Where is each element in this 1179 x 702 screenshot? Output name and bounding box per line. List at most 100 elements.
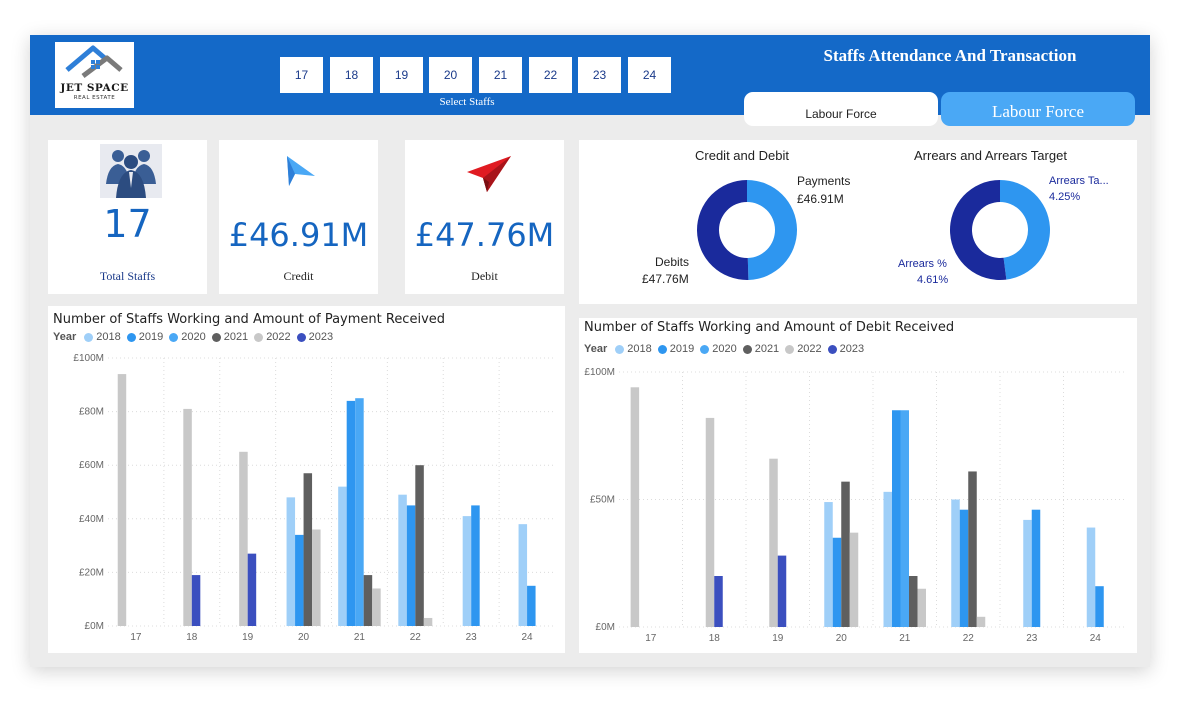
- bar-23-2019[interactable]: [471, 505, 480, 626]
- bar-24-2018[interactable]: [1086, 527, 1096, 627]
- bar-20-2018[interactable]: [286, 497, 296, 626]
- bar-21-2022[interactable]: [917, 588, 927, 627]
- bar-19-2023[interactable]: [777, 555, 787, 627]
- donut-slice-arrears-target: [1000, 180, 1050, 280]
- debit-bar-chart: £0M £50M £100M 17 18 19 20 21 22 23 24: [584, 367, 1127, 644]
- staff-slicer-22[interactable]: 22: [529, 57, 572, 93]
- x-tick-label: 19: [772, 633, 784, 644]
- credit-label: Credit: [283, 269, 314, 283]
- bar-21-2018[interactable]: [883, 491, 893, 627]
- staff-slicer-23[interactable]: 23: [578, 57, 621, 93]
- x-tick-label: 17: [645, 633, 657, 644]
- bar-21-2022[interactable]: [372, 588, 381, 626]
- staff-slicer-17[interactable]: 17: [280, 57, 323, 93]
- total-staffs-label: Total Staffs: [99, 269, 156, 283]
- arrears-target-label: Arrears Ta...: [1049, 175, 1109, 187]
- slicer-label: Select Staffs: [439, 96, 495, 108]
- bar-21-2020[interactable]: [355, 398, 364, 626]
- debit-value: £47.76M: [414, 216, 555, 254]
- credit-debit-title: Credit and Debit: [695, 148, 789, 163]
- bar-21-2019[interactable]: [892, 410, 901, 627]
- y-tick-label: £40M: [79, 514, 104, 525]
- donut-charts-card: Credit and Debit Payments £46.91M Debits…: [579, 140, 1137, 304]
- bar-20-2022[interactable]: [312, 529, 321, 626]
- bar-21-2018[interactable]: [338, 486, 347, 626]
- bar-22-2021[interactable]: [968, 471, 977, 627]
- bar-22-2022[interactable]: [423, 617, 433, 626]
- bar-22-2019[interactable]: [406, 505, 416, 626]
- y-tick-label: £0M: [85, 621, 104, 632]
- bar-23-2018[interactable]: [462, 516, 472, 626]
- bar-18-2022[interactable]: [705, 417, 715, 627]
- y-tick-label: £80M: [79, 407, 104, 418]
- x-tick-label: 24: [522, 632, 534, 643]
- y-tick-label: £100M: [73, 353, 104, 364]
- bar-22-2018[interactable]: [398, 494, 407, 626]
- header-bar: JET SPACE REAL ESTATE 17 18 19 20 21 22 …: [30, 35, 1150, 126]
- staff-slicer-19[interactable]: 19: [380, 57, 423, 93]
- debit-chart-card: Number of Staffs Working and Amount of D…: [579, 318, 1137, 653]
- y-tick-label: £0M: [596, 622, 615, 633]
- bar-19-2022[interactable]: [239, 451, 248, 626]
- bar-22-2021[interactable]: [415, 465, 424, 626]
- kpi-card-credit: £46.91M Credit: [219, 140, 378, 294]
- arrears-pct-label: Arrears %: [898, 258, 947, 270]
- x-tick-label: 20: [836, 633, 848, 644]
- bar-19-2022[interactable]: [769, 458, 778, 627]
- bar-22-2019[interactable]: [959, 509, 969, 627]
- paper-plane-red-icon: [467, 156, 511, 192]
- donut-slice-arrears: [949, 180, 1007, 280]
- bar-20-2018[interactable]: [824, 502, 833, 627]
- staff-slicer-18[interactable]: 18: [330, 57, 373, 93]
- total-staffs-value: 17: [103, 202, 152, 246]
- bar-21-2021[interactable]: [909, 576, 918, 627]
- bar-22-2018[interactable]: [951, 499, 960, 628]
- x-tick-label: 19: [242, 632, 254, 643]
- paper-plane-blue-icon: [287, 156, 315, 186]
- bar-20-2021[interactable]: [841, 481, 850, 627]
- bar-24-2019[interactable]: [1095, 586, 1104, 627]
- bar-18-2023[interactable]: [714, 576, 723, 627]
- house-logo-icon: [65, 45, 123, 78]
- bar-24-2018[interactable]: [518, 524, 528, 626]
- bar-20-2019[interactable]: [295, 534, 304, 626]
- x-tick-label: 24: [1090, 633, 1102, 644]
- bar-20-2019[interactable]: [832, 537, 842, 627]
- arrears-title: Arrears and Arrears Target: [914, 148, 1067, 163]
- bar-19-2023[interactable]: [247, 553, 257, 626]
- staff-slicer-20[interactable]: 20: [429, 57, 472, 93]
- y-tick-label: £60M: [79, 460, 104, 471]
- kpi-card-total-staffs: 17 Total Staffs: [48, 140, 207, 294]
- staff-slicer-21[interactable]: 21: [479, 57, 522, 93]
- bar-17-2022[interactable]: [630, 387, 640, 627]
- labour-force-button-active[interactable]: Labour Force: [941, 92, 1135, 126]
- x-tick-label: 21: [354, 632, 366, 643]
- credit-value: £46.91M: [228, 216, 369, 254]
- bar-17-2022[interactable]: [117, 374, 127, 626]
- labour-force-button[interactable]: Labour Force: [744, 92, 938, 126]
- arrears-donut: [949, 180, 1050, 280]
- bar-20-2021[interactable]: [303, 473, 313, 626]
- y-tick-label: £50M: [590, 495, 615, 506]
- x-tick-label: 23: [466, 632, 478, 643]
- x-tick-label: 18: [186, 632, 198, 643]
- bar-23-2019[interactable]: [1031, 509, 1041, 627]
- bar-23-2018[interactable]: [1023, 519, 1032, 627]
- payments-label: Payments: [797, 174, 851, 188]
- donut-slice-debits: [696, 180, 749, 280]
- bar-24-2019[interactable]: [527, 585, 536, 626]
- bar-20-2022[interactable]: [849, 532, 859, 627]
- bar-18-2022[interactable]: [183, 408, 192, 626]
- bar-21-2020[interactable]: [900, 410, 910, 627]
- bar-22-2022[interactable]: [976, 616, 986, 627]
- x-tick-label: 18: [709, 633, 721, 644]
- x-tick-label: 22: [963, 633, 975, 644]
- kpi-card-debit: £47.76M Debit: [405, 140, 564, 294]
- logo-tagline: REAL ESTATE: [73, 95, 116, 101]
- bar-21-2021[interactable]: [363, 575, 373, 626]
- bar-18-2023[interactable]: [191, 575, 201, 626]
- staff-slicer-24[interactable]: 24: [628, 57, 671, 93]
- people-group-icon: [100, 144, 162, 198]
- x-tick-label: 23: [1026, 633, 1038, 644]
- bar-21-2019[interactable]: [346, 400, 356, 626]
